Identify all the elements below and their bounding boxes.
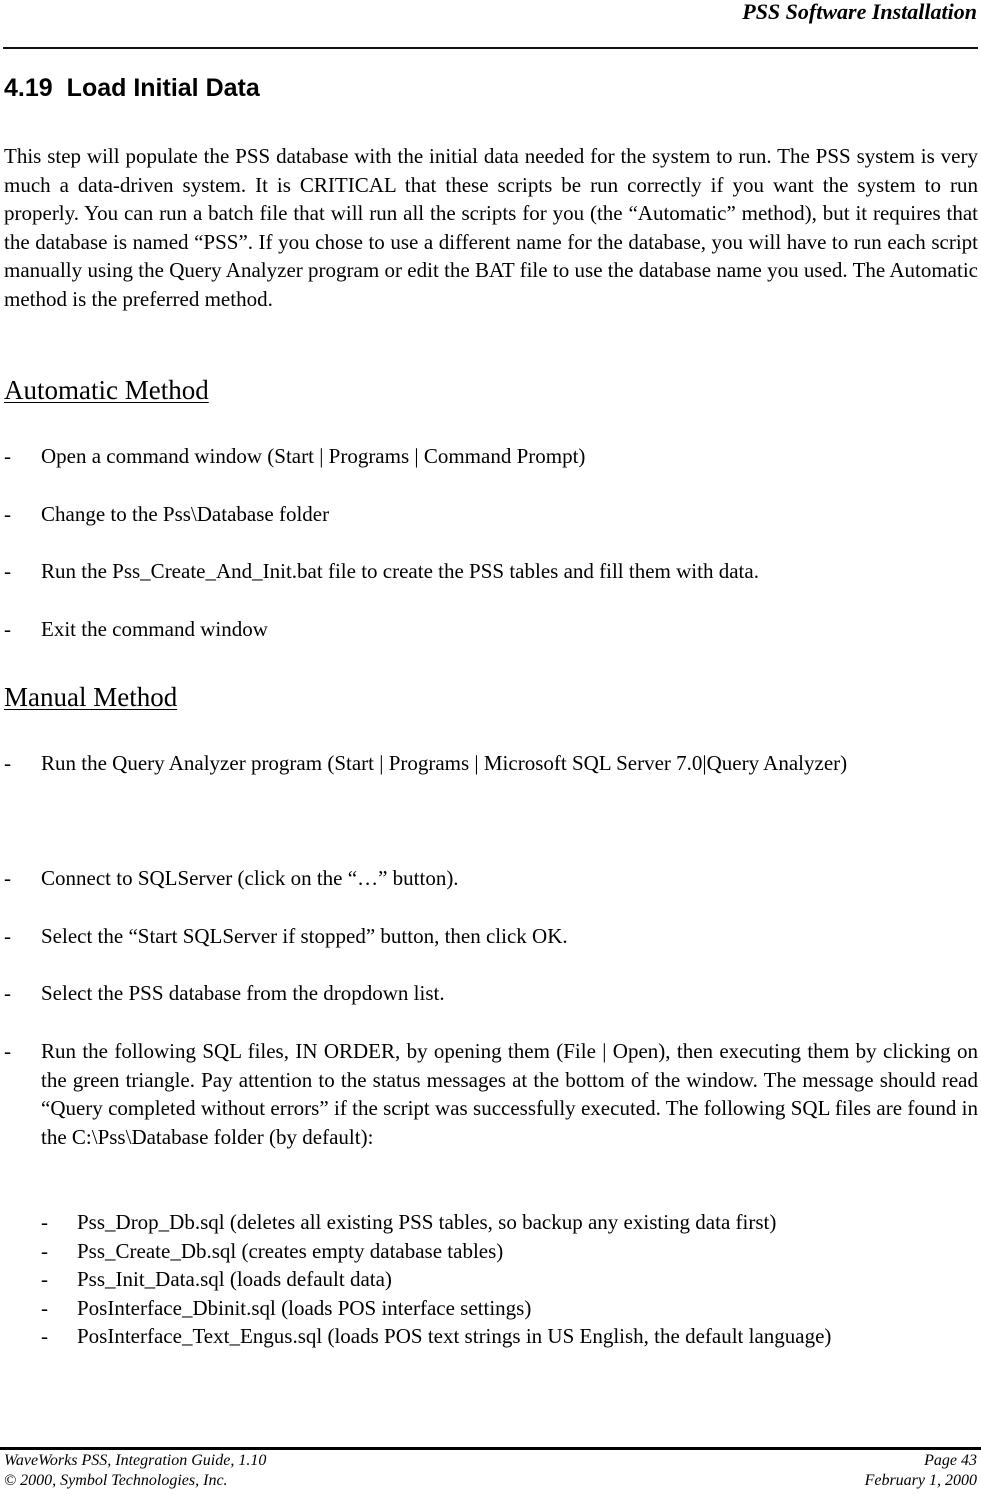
step-text: Run the Pss_Create_And_Init.bat file to … [41, 559, 759, 583]
step-text: Select the PSS database from the dropdow… [41, 981, 445, 1005]
sql-file-item: - Pss_Create_Db.sql (creates empty datab… [41, 1237, 981, 1266]
bullet-dash: - [4, 924, 11, 948]
manual-method-heading: Manual Method [4, 682, 178, 712]
step-text: Run the following SQL files, IN ORDER, b… [41, 1039, 978, 1149]
list-item: - Connect to SQLServer (click on the “…”… [4, 864, 978, 893]
bullet-dash: - [4, 981, 11, 1005]
step-text: Exit the command window [41, 617, 268, 641]
footer-rule [0, 1447, 981, 1450]
bullet-dash: - [41, 1210, 48, 1234]
sql-file-item: - Pss_Drop_Db.sql (deletes all existing … [41, 1208, 981, 1237]
bullet-dash: - [41, 1324, 48, 1348]
footer-copyright: © 2000, Symbol Technologies, Inc. [4, 1472, 228, 1489]
section-title-text: Load Initial Data [66, 74, 260, 102]
step-text: Select the “Start SQLServer if stopped” … [41, 924, 568, 948]
sql-file-text: Pss_Drop_Db.sql (deletes all existing PS… [77, 1210, 777, 1234]
footer-guide-title: WaveWorks PSS, Integration Guide, 1.10 [4, 1452, 267, 1469]
sql-file-text: PosInterface_Text_Engus.sql (loads POS t… [77, 1324, 832, 1348]
sql-file-text: PosInterface_Dbinit.sql (loads POS inter… [77, 1295, 532, 1320]
list-item: - Exit the command window [4, 615, 978, 644]
step-text: Run the Query Analyzer program (Start | … [41, 751, 848, 775]
bullet-dash: - [4, 444, 11, 468]
bullet-dash: - [4, 559, 11, 583]
bullet-dash: - [41, 1238, 48, 1263]
step-text: Connect to SQLServer (click on the “…” b… [41, 866, 459, 890]
list-item: - Change to the Pss\Database folder [4, 500, 978, 529]
sql-file-text: Pss_Init_Data.sql (loads default data) [77, 1267, 392, 1291]
sql-file-item: - PosInterface_Dbinit.sql (loads POS int… [41, 1294, 981, 1323]
sql-file-item: - Pss_Init_Data.sql (loads default data) [41, 1265, 981, 1294]
bullet-dash: - [41, 1295, 48, 1320]
list-item: - Open a command window (Start | Program… [4, 442, 978, 471]
section-title: 4.19 Load Initial Data [4, 72, 260, 104]
bullet-dash: - [4, 617, 11, 641]
bullet-dash: - [41, 1267, 48, 1291]
footer-date: February 1, 2000 [864, 1472, 977, 1489]
list-item: - Select the “Start SQLServer if stopped… [4, 922, 978, 951]
intro-paragraph: This step will populate the PSS database… [4, 144, 978, 311]
step-text: Change to the Pss\Database folder [41, 502, 330, 526]
list-item: - Select the PSS database from the dropd… [4, 979, 978, 1008]
header-rule [3, 47, 978, 49]
list-item: - Run the Query Analyzer program (Start … [4, 735, 978, 792]
bullet-dash: - [4, 866, 11, 890]
sql-file-text: Pss_Create_Db.sql (creates empty databas… [77, 1238, 504, 1263]
sql-files-list: - Pss_Drop_Db.sql (deletes all existing … [41, 1208, 981, 1351]
automatic-method-heading: Automatic Method [4, 375, 209, 405]
footer-right: Page 43 February 1, 2000 [865, 1451, 977, 1491]
running-title: PSS Software Installation [742, 0, 977, 24]
list-item: - Run the following SQL files, IN ORDER,… [4, 1037, 978, 1151]
list-item: - Run the Pss_Create_And_Init.bat file t… [4, 557, 978, 586]
section-number: 4.19 [4, 74, 53, 102]
bullet-dash: - [4, 502, 11, 526]
step-text: Open a command window (Start | Programs … [41, 444, 586, 468]
bullet-dash: - [4, 1039, 11, 1063]
bullet-dash: - [4, 751, 11, 775]
footer-left: WaveWorks PSS, Integration Guide, 1.10 ©… [4, 1451, 266, 1491]
page-number: Page 43 [924, 1452, 977, 1469]
sql-file-item: - PosInterface_Text_Engus.sql (loads POS… [41, 1322, 981, 1351]
